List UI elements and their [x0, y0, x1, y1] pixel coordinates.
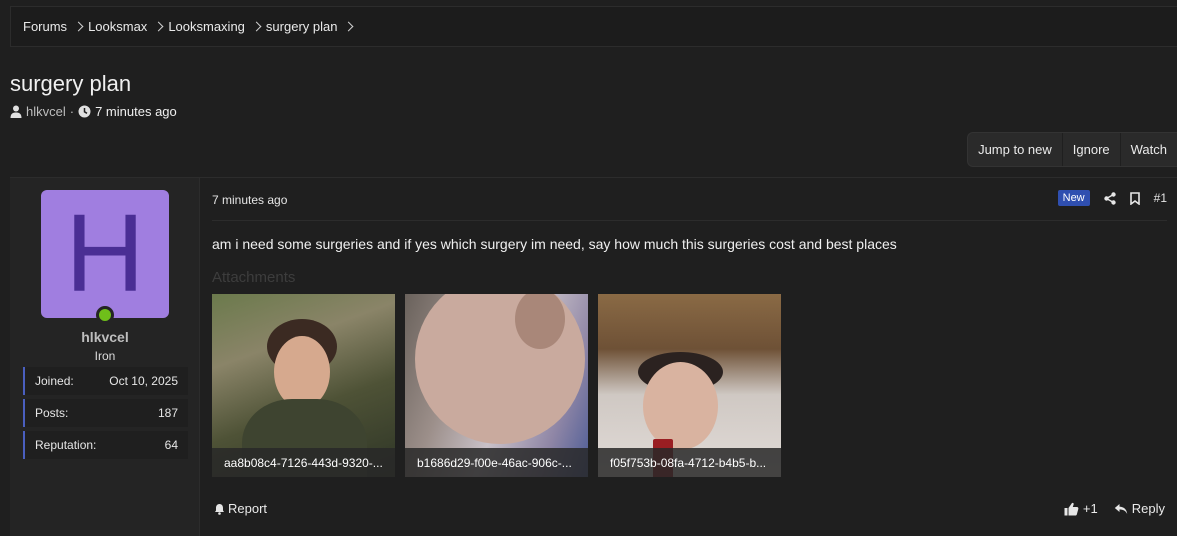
stat-label: Joined:	[35, 374, 74, 388]
stat-value[interactable]: 187	[158, 406, 178, 420]
stat-label: Posts:	[35, 406, 69, 420]
breadcrumb-item-forums[interactable]: Forums	[23, 19, 88, 34]
watch-button[interactable]: Watch	[1119, 133, 1177, 166]
bell-icon	[214, 503, 225, 515]
attachment-caption: b1686d29-f00e-46ac-906c-...	[405, 448, 588, 477]
stat-value: Oct 10, 2025	[109, 374, 178, 388]
breadcrumb-label[interactable]: surgery plan	[266, 19, 338, 34]
post-divider	[212, 220, 1167, 221]
chevron-right-icon	[73, 21, 84, 32]
breadcrumb-label[interactable]: Looksmaxing	[168, 19, 245, 34]
attachment-thumbnail[interactable]: aa8b08c4-7126-443d-9320-...	[212, 294, 395, 477]
breadcrumb-label[interactable]: Forums	[23, 19, 67, 34]
bookmark-icon[interactable]	[1129, 191, 1140, 205]
jump-to-new-button[interactable]: Jump to new	[968, 133, 1062, 166]
post-username-link[interactable]: hlkvcel	[10, 329, 200, 345]
user-icon	[10, 105, 22, 118]
like-button[interactable]: +1	[1064, 501, 1098, 516]
breadcrumb: Forums Looksmax Looksmaxing surgery plan	[10, 6, 1177, 47]
thread-author-link[interactable]: hlkvcel	[26, 104, 66, 119]
user-title: Iron	[94, 349, 116, 363]
thread-action-buttons: Jump to new Ignore Watch	[967, 132, 1177, 167]
stat-value: 64	[164, 438, 178, 452]
avatar[interactable]: H	[41, 190, 169, 318]
reply-icon	[1114, 503, 1127, 514]
chevron-right-icon	[251, 21, 262, 32]
ignore-button[interactable]: Ignore	[1061, 133, 1120, 166]
attachment-caption: aa8b08c4-7126-443d-9320-...	[212, 448, 395, 477]
chevron-right-icon	[153, 21, 164, 32]
thread-meta: hlkvcel · 7 minutes ago	[10, 104, 177, 119]
attachments-list: aa8b08c4-7126-443d-9320-... b1686d29-f00…	[212, 294, 781, 477]
reply-label: Reply	[1131, 501, 1165, 516]
user-stat-joined: Joined: Oct 10, 2025	[23, 367, 188, 395]
user-stat-reputation: Reputation: 64	[23, 431, 188, 459]
photo-face	[643, 362, 718, 450]
attachment-caption: f05f753b-08fa-4712-b4b5-b...	[598, 448, 781, 477]
post: H hlkvcel Iron Joined: Oct 10, 2025 Post…	[10, 177, 1177, 536]
attachment-thumbnail[interactable]: b1686d29-f00e-46ac-906c-...	[405, 294, 588, 477]
reaction-count: +1	[1082, 501, 1098, 516]
breadcrumb-item-thread[interactable]: surgery plan	[266, 19, 359, 34]
thumbs-up-icon	[1064, 502, 1079, 515]
share-icon[interactable]	[1103, 191, 1116, 205]
post-time-link[interactable]: 7 minutes ago	[212, 193, 287, 207]
post-main-column: 7 minutes ago New #1 am i need some surg…	[200, 178, 1177, 536]
post-number-link[interactable]: #1	[1154, 191, 1167, 205]
breadcrumb-item-looksmaxing[interactable]: Looksmaxing	[168, 19, 266, 34]
photo-face	[274, 336, 330, 408]
user-stat-posts: Posts: 187	[23, 399, 188, 427]
attachments-title: Attachments	[212, 269, 296, 286]
page-title: surgery plan	[10, 71, 132, 96]
post-body: am i need some surgeries and if yes whic…	[212, 236, 897, 252]
report-label: Report	[228, 501, 268, 516]
online-status-indicator	[96, 306, 114, 324]
clock-icon	[78, 105, 91, 118]
report-button[interactable]: Report	[214, 501, 267, 516]
post-actions: New #1	[1057, 190, 1167, 206]
post-footer-actions: +1 Reply	[1064, 501, 1165, 516]
attachment-thumbnail[interactable]: f05f753b-08fa-4712-b4b5-b...	[598, 294, 781, 477]
chevron-right-icon	[344, 21, 354, 32]
post-user-column: H hlkvcel Iron Joined: Oct 10, 2025 Post…	[10, 178, 200, 536]
reply-button[interactable]: Reply	[1114, 501, 1165, 516]
thread-time-link[interactable]: 7 minutes ago	[95, 104, 177, 119]
new-badge: New	[1057, 190, 1090, 206]
breadcrumb-item-looksmax[interactable]: Looksmax	[88, 19, 168, 34]
stat-label: Reputation:	[35, 438, 97, 452]
breadcrumb-label[interactable]: Looksmax	[88, 19, 147, 34]
meta-separator: ·	[69, 104, 75, 119]
avatar-letter: H	[65, 192, 145, 315]
